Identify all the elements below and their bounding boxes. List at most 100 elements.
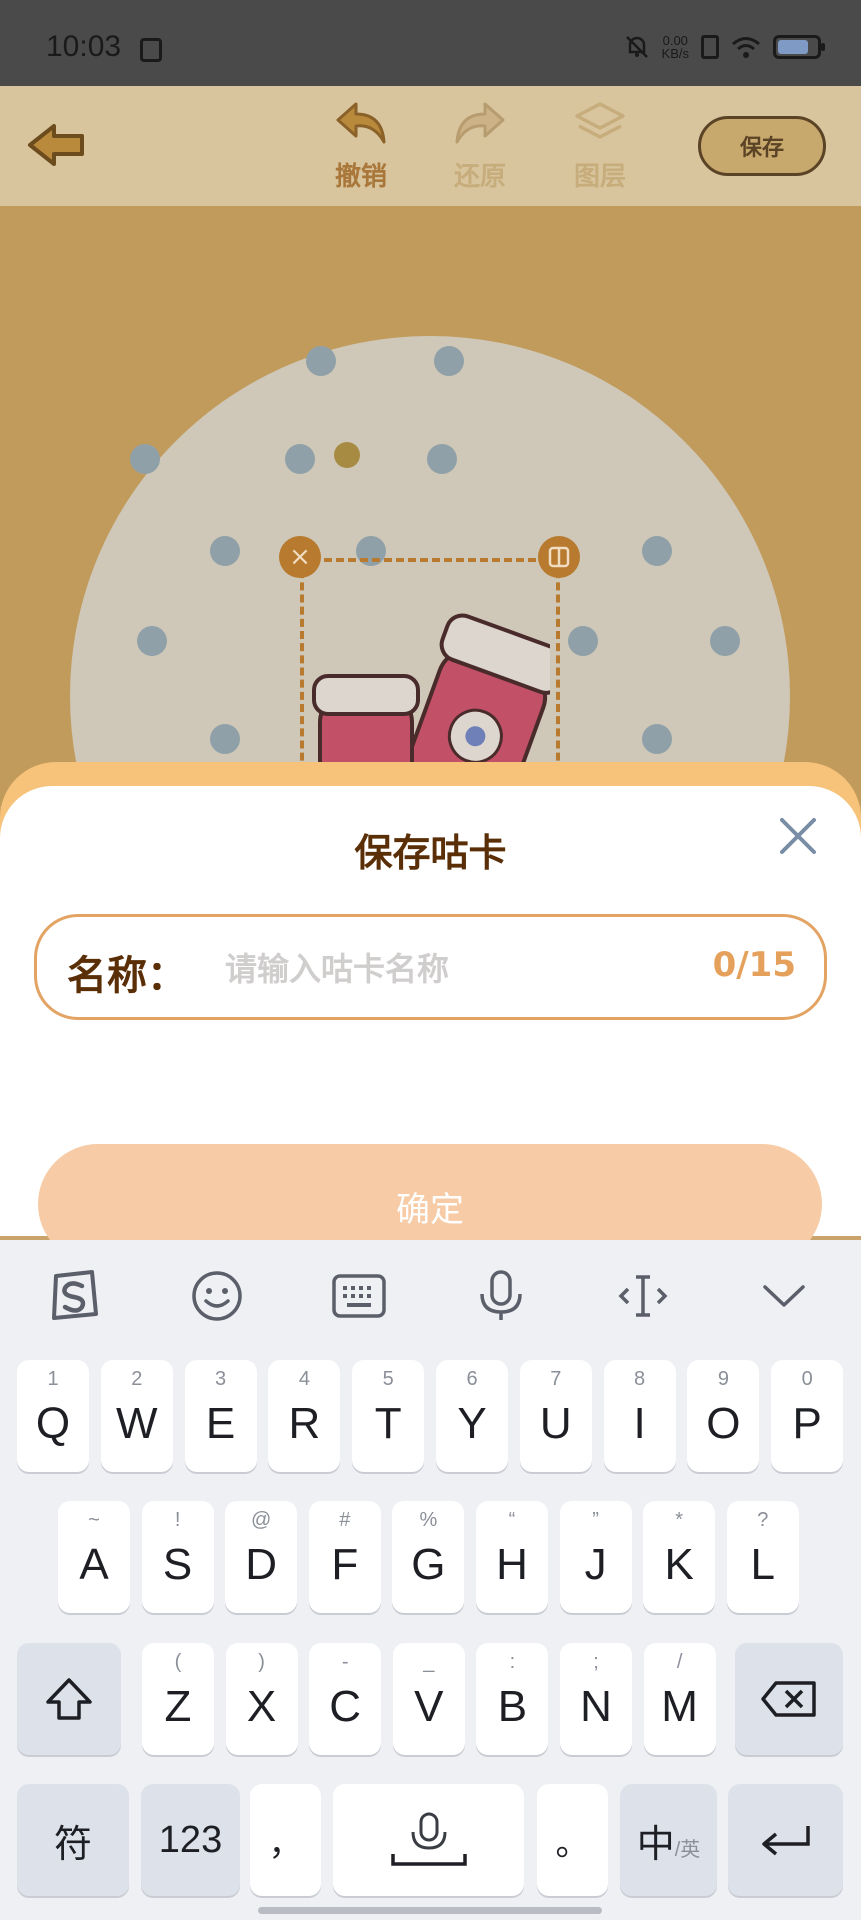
sim-icon — [701, 35, 719, 59]
key-secondary-label: ) — [258, 1651, 265, 1673]
key-e[interactable]: 3E — [184, 1360, 257, 1472]
dialog-title: 保存咕卡 — [354, 831, 507, 875]
key-secondary-label: 6 — [466, 1368, 478, 1390]
key-o[interactable]: 9O — [687, 1360, 760, 1472]
decor-dot — [306, 346, 336, 376]
key-p[interactable]: 0P — [771, 1360, 844, 1472]
key-x[interactable]: ) X — [225, 1643, 298, 1755]
key-j[interactable]: ” J — [559, 1501, 632, 1613]
shift-icon — [46, 1678, 92, 1720]
key-label: X — [246, 1682, 277, 1731]
key-d[interactable]: @ D — [225, 1501, 298, 1613]
redo-button[interactable]: 还原 — [430, 100, 530, 193]
cursor-icon[interactable] — [613, 1266, 673, 1326]
key-z[interactable]: (Z — [142, 1643, 214, 1755]
key-secondary-label: 2 — [131, 1368, 143, 1390]
back-button[interactable] — [26, 120, 86, 170]
period-key[interactable]: 。 — [537, 1784, 608, 1896]
symbol-key-label: 符 — [53, 1823, 92, 1866]
key-f[interactable]: # F — [308, 1501, 381, 1613]
key-secondary-label: : — [509, 1651, 516, 1673]
keyboard-layout-icon[interactable] — [329, 1266, 389, 1326]
decor-dot — [642, 724, 672, 754]
key-secondary-label: ? — [757, 1509, 769, 1531]
key-label: U — [539, 1399, 572, 1448]
key-a[interactable]: ~ A — [58, 1501, 130, 1613]
resize-handle-glyph — [548, 546, 570, 568]
collapse-keyboard-icon[interactable] — [754, 1266, 814, 1326]
layers-icon — [575, 102, 625, 139]
cursor-glyph — [618, 1275, 668, 1317]
editor-canvas[interactable]: × — [0, 206, 861, 806]
decor-dot — [210, 724, 240, 754]
emoji-icon[interactable] — [187, 1266, 247, 1326]
key-label: E — [205, 1399, 236, 1448]
key-b[interactable]: :B — [476, 1643, 549, 1755]
home-indicator — [258, 1907, 602, 1914]
key-label: Z — [164, 1682, 192, 1731]
layers-button[interactable]: 图层 — [550, 100, 650, 193]
key-y[interactable]: 6Y — [436, 1360, 508, 1472]
key-m[interactable]: / M — [643, 1643, 716, 1755]
key-u[interactable]: 7U — [519, 1360, 592, 1472]
remove-sticker-icon[interactable]: × — [279, 536, 321, 578]
resize-sticker-icon[interactable] — [538, 536, 580, 578]
key-label: K — [664, 1540, 694, 1589]
chevron-down-icon — [763, 1285, 805, 1307]
enter-key[interactable] — [728, 1784, 843, 1896]
status-icons: 0.00 KB/s — [624, 34, 825, 60]
key-n[interactable]: ; N — [560, 1643, 632, 1755]
key-s[interactable]: ! S — [141, 1501, 214, 1613]
decor-dot — [434, 346, 464, 376]
name-field[interactable]: 名称： 0/15 — [34, 914, 827, 1020]
key-label: Q — [35, 1399, 71, 1448]
key-secondary-label: 0 — [801, 1368, 813, 1390]
emoji-glyph — [192, 1271, 242, 1321]
key-c[interactable]: -C — [309, 1643, 382, 1755]
key-w[interactable]: 2W — [100, 1360, 173, 1472]
microphone-icon[interactable] — [471, 1266, 531, 1326]
backspace-icon — [761, 1681, 816, 1717]
key-label: F — [331, 1540, 359, 1589]
key-label: N — [580, 1682, 612, 1731]
undo-button[interactable]: 撤销 — [311, 100, 411, 193]
key-label: D — [245, 1540, 278, 1589]
decor-dot — [210, 536, 240, 566]
key-secondary-label: % — [419, 1509, 438, 1531]
key-label: J — [584, 1540, 607, 1589]
key-q[interactable]: 1Q — [17, 1360, 89, 1472]
key-t[interactable]: 5T — [352, 1360, 425, 1472]
close-icon[interactable] — [774, 812, 822, 860]
key-secondary-label: 4 — [298, 1368, 310, 1390]
name-input[interactable] — [225, 941, 725, 997]
save-top-button[interactable]: 保存 — [698, 116, 826, 176]
key-label: V — [414, 1682, 444, 1731]
status-bar: 10:03 0.00 KB/s — [0, 0, 861, 86]
key-secondary-label: 9 — [717, 1368, 729, 1390]
key-h[interactable]: “H — [476, 1501, 548, 1613]
shift-key[interactable] — [17, 1643, 121, 1755]
microphone-glyph — [480, 1270, 522, 1320]
numbers-key[interactable]: 123 — [141, 1784, 240, 1896]
key-secondary-label: 1 — [47, 1368, 59, 1390]
language-switch-key[interactable]: 中 /英 — [620, 1784, 717, 1896]
key-v[interactable]: _ V — [392, 1643, 465, 1755]
symbol-key[interactable]: 符 — [17, 1784, 129, 1896]
key-g[interactable]: % G — [392, 1501, 465, 1613]
mute-bell-icon — [625, 36, 648, 58]
comma-key[interactable]: ， — [250, 1784, 321, 1896]
key-label: Y — [457, 1399, 487, 1448]
key-l[interactable]: ? L — [726, 1501, 799, 1613]
key-secondary-label: ; — [593, 1651, 599, 1673]
key-label: L — [750, 1540, 776, 1589]
key-i[interactable]: 8I — [603, 1360, 676, 1472]
key-secondary-label: # — [339, 1509, 351, 1531]
layers-label: 图层 — [573, 162, 626, 192]
decor-dot — [285, 444, 315, 474]
backspace-key[interactable] — [735, 1643, 843, 1755]
keyboard-toolbar — [0, 1240, 861, 1350]
key-r[interactable]: 4R — [268, 1360, 341, 1472]
space-key[interactable] — [333, 1784, 524, 1896]
sogou-logo-icon[interactable] — [44, 1266, 104, 1326]
key-k[interactable]: * K — [643, 1501, 716, 1613]
